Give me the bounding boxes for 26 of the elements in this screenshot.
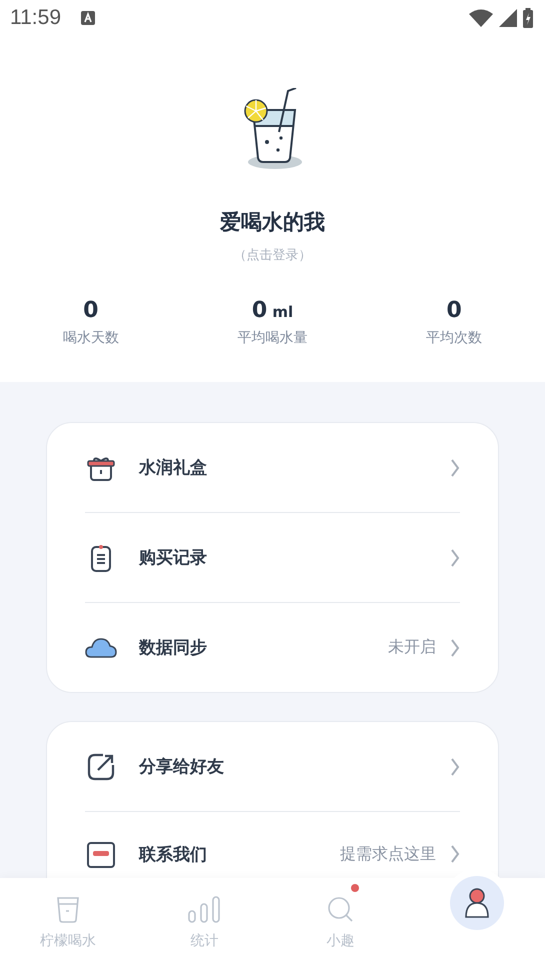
person-icon — [462, 887, 491, 919]
stat-value: 0 — [83, 298, 98, 323]
menu-item[interactable]: 水润礼盒 — [85, 423, 460, 512]
wifi-icon — [469, 9, 493, 27]
battery-icon — [523, 8, 533, 28]
stat-label: 平均次数 — [426, 329, 482, 347]
menu-item[interactable]: 联系我们 提需求点这里 — [85, 812, 460, 870]
keyboard-indicator-icon — [81, 11, 95, 25]
bar-chart-icon — [188, 896, 220, 924]
menu-item[interactable]: 分享给好友 — [85, 722, 460, 811]
stat-value: 0 ml — [252, 298, 294, 323]
chevron-right-icon — [450, 844, 460, 864]
stat-value: 0 — [446, 298, 462, 323]
chevron-right-icon — [450, 638, 460, 658]
status-time: 11:59 — [10, 6, 61, 30]
menu-item[interactable]: 购买记录 — [85, 513, 460, 602]
user-name: 爱喝水的我 — [220, 209, 325, 236]
chevron-right-icon — [450, 548, 460, 568]
stat-label: 喝水天数 — [62, 329, 119, 347]
chevron-right-icon — [450, 458, 460, 478]
stat-label: 平均喝水量 — [238, 329, 308, 347]
glass-icon — [56, 896, 80, 924]
chevron-right-icon — [450, 756, 460, 776]
signal-icon — [499, 9, 517, 27]
menu-item[interactable]: 数据同步 未开启 — [85, 603, 460, 692]
search-icon — [326, 896, 355, 924]
